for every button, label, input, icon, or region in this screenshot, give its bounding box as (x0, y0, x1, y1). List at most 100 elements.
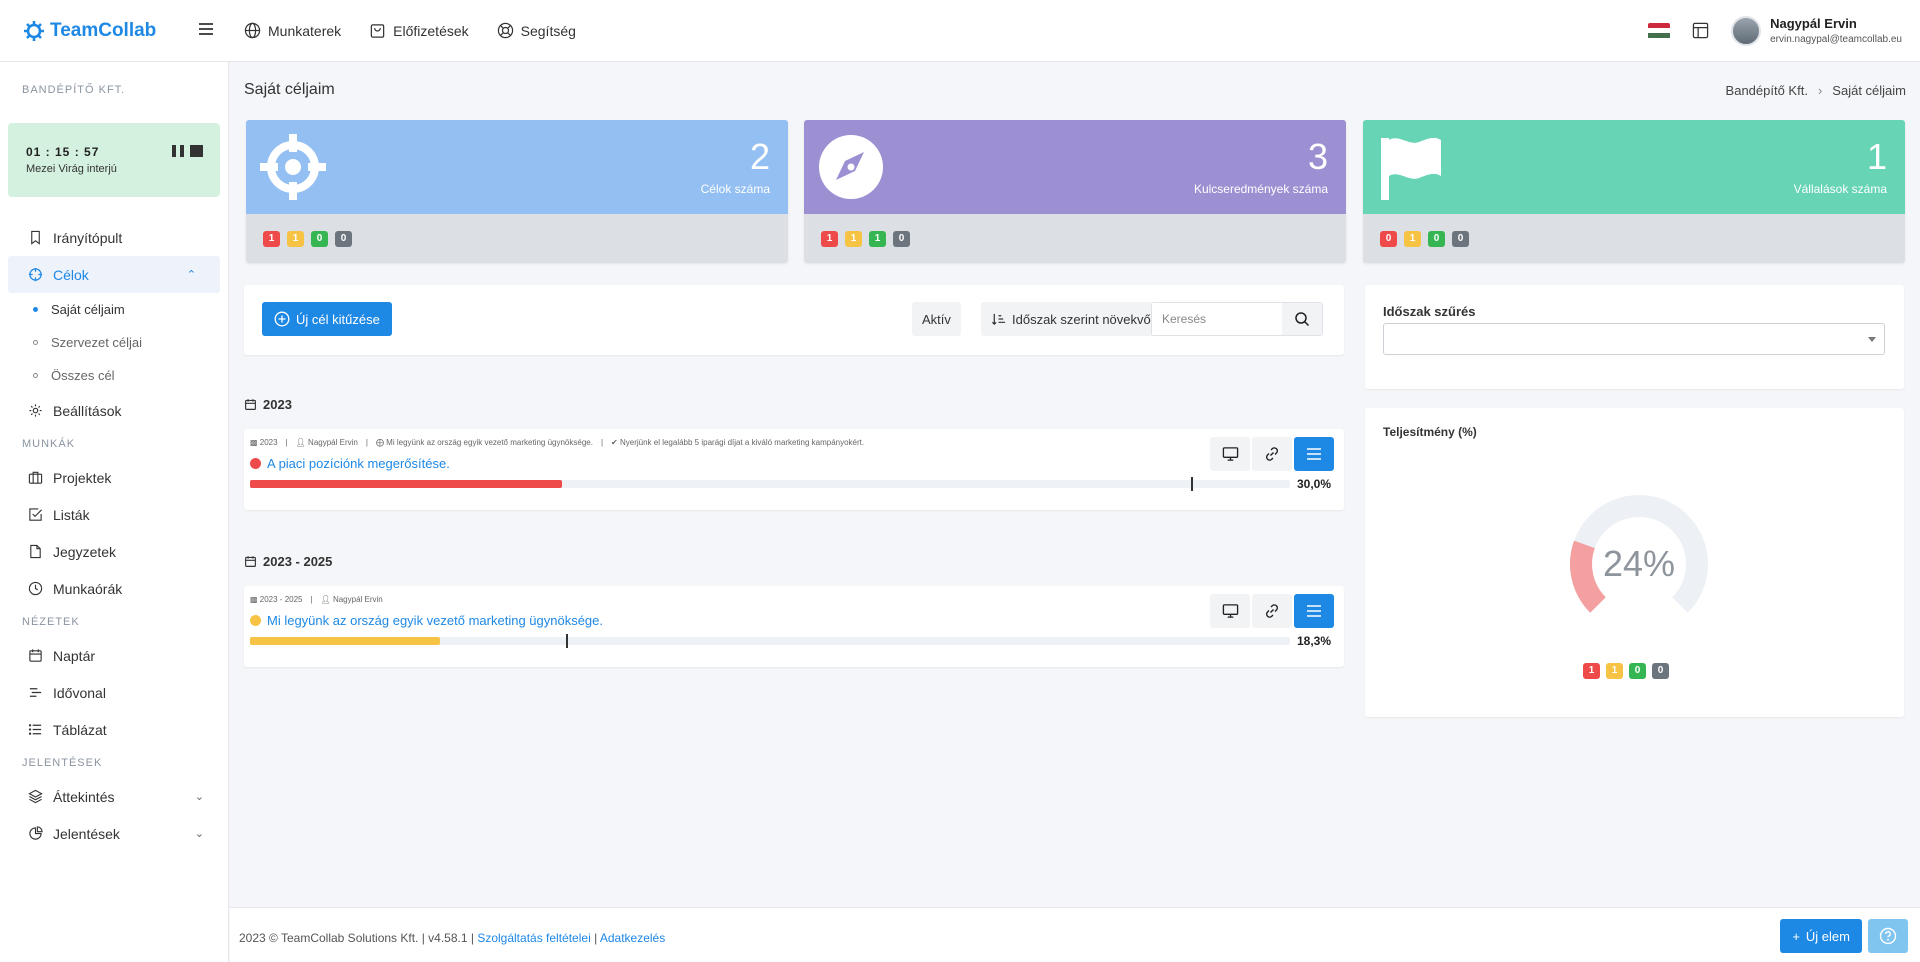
app-name: TeamCollab (50, 19, 157, 41)
sidebar-item-table[interactable]: Táblázat (0, 711, 228, 748)
bullet-icon (33, 340, 38, 345)
sort-button[interactable]: Időszak szerint növekvő (981, 302, 1161, 336)
search-box (1151, 302, 1323, 336)
goal-parent: ⨁ Mi legyünk az ország egyik vezető mark… (375, 438, 593, 447)
status-badge-red: 1 (1583, 663, 1600, 679)
sidebar-item-settings[interactable]: Beállítások (0, 392, 228, 429)
section-heading: NÉZETEK (22, 616, 80, 628)
stat-label: Vállalások száma (1793, 182, 1887, 196)
sidebar-subitem-org-goals[interactable]: Szervezet céljai (0, 326, 228, 359)
stop-icon[interactable] (190, 145, 203, 157)
top-right: Nagypál Ervin ervin.nagypal@teamcollab.e… (1648, 15, 1920, 46)
sidebar-item-notes[interactable]: Jegyzetek (0, 533, 228, 570)
sidebar-item-label: Idővonal (53, 684, 106, 701)
nav-label: Előfizetések (393, 22, 469, 39)
breadcrumb-item[interactable]: Bandépítő Kft. (1726, 83, 1808, 98)
list-icon (28, 724, 42, 735)
period-filter-select[interactable] (1383, 323, 1885, 355)
nav-workspaces[interactable]: Munkaterek (244, 22, 341, 39)
stat-number: 1 (1866, 136, 1887, 177)
performance-badges: 1 1 0 0 (1583, 663, 1669, 679)
timer-title: Mezei Virág interjú (26, 163, 117, 175)
section-heading: JELENTÉSEK (22, 757, 103, 769)
sidebar-item-label: Célok (53, 266, 89, 283)
sidebar-item-lists[interactable]: Listák (0, 496, 228, 533)
link-button[interactable] (1252, 594, 1292, 628)
calendar-icon (29, 649, 42, 662)
new-goal-button[interactable]: Új cél kitűzése (262, 302, 392, 336)
plus-icon: + (1792, 928, 1800, 944)
timer-controls (172, 145, 203, 157)
sidebar-item-hours[interactable]: Munkaórák (0, 570, 228, 607)
separator: | (285, 438, 288, 447)
details-menu-button[interactable] (1294, 437, 1334, 471)
status-badge-gray: 0 (893, 230, 910, 247)
sidebar-item-goals[interactable]: Célok ⌃ (8, 256, 220, 293)
sidebar: BANDÉPÍTŐ KFT. 01 : 15 : 57 Mezei Virág … (0, 62, 229, 962)
present-button[interactable] (1210, 437, 1250, 471)
button-label: Új elem (1805, 928, 1850, 944)
stat-card-goals: 2 Célok száma 1 1 0 0 (246, 120, 788, 263)
terms-link[interactable]: Szolgáltatás feltételei (477, 931, 590, 945)
sidebar-item-label: Irányítópult (53, 229, 123, 246)
sidebar-item-label: Jegyzetek (53, 543, 117, 560)
goal-title[interactable]: Mi legyünk az ország egyik vezető market… (250, 613, 603, 628)
sidebar-item-dashboard[interactable]: Irányítópult (0, 219, 228, 256)
avatar (1731, 15, 1762, 46)
sidebar-subitem-all-goals[interactable]: Összes cél (0, 359, 228, 392)
page-title: Saját céljaim (244, 81, 335, 98)
goal-title[interactable]: A piaci pozíciónk megerősítése. (250, 456, 450, 471)
present-button[interactable] (1210, 594, 1250, 628)
help-button[interactable] (1868, 919, 1908, 953)
privacy-link[interactable]: Adatkezelés (600, 931, 665, 945)
sidebar-item-timeline[interactable]: Idővonal (0, 674, 228, 711)
bookmark-icon (31, 230, 40, 245)
breadcrumb: Bandépítő Kft. › Saját céljaim (1726, 83, 1906, 98)
calendar-icon (245, 556, 256, 567)
plus-circle-icon (274, 311, 290, 327)
search-input[interactable] (1152, 303, 1282, 335)
status-badge-green: 1 (869, 230, 886, 247)
search-button[interactable] (1282, 303, 1322, 335)
nav-help[interactable]: Segítség (497, 22, 576, 39)
status-badge-yellow: 1 (1606, 663, 1623, 679)
sidebar-item-projects[interactable]: Projektek (0, 459, 228, 496)
goal-card[interactable]: ▩ 2023 | 👤︎ Nagypál Ervin | ⨁ Mi legyünk… (244, 429, 1344, 510)
filter-label: Időszak szűrés (1383, 304, 1476, 319)
menu-icon (1307, 448, 1321, 460)
bullet-icon (33, 307, 38, 312)
goal-key-result: ✔ Nyerjünk el legalább 5 iparági díjat a… (611, 438, 865, 447)
breadcrumb-item: Saját céljaim (1832, 83, 1906, 98)
status-badge-gray: 0 (1452, 230, 1469, 247)
user-menu[interactable]: Nagypál Ervin ervin.nagypal@teamcollab.e… (1731, 15, 1902, 46)
separator: | (590, 931, 600, 945)
language-flag-icon[interactable] (1648, 22, 1671, 39)
progress-bar (250, 634, 1290, 648)
monitor-icon (1222, 447, 1238, 461)
sidebar-subitem-my-goals[interactable]: Saját céljaim (0, 293, 228, 326)
layout-icon[interactable] (1692, 22, 1709, 39)
performance-title: Teljesítmény (%) (1383, 425, 1477, 439)
timer-card[interactable]: 01 : 15 : 57 Mezei Virág interjú (8, 123, 220, 197)
button-label: Aktív (922, 311, 951, 327)
chevron-right-icon: › (1817, 83, 1823, 98)
goal-card[interactable]: ▩ 2023 - 2025 | 👤︎ Nagypál Ervin Mi legy… (244, 586, 1344, 667)
sidebar-item-label: Áttekintés (53, 788, 115, 805)
details-menu-button[interactable] (1294, 594, 1334, 628)
logo[interactable]: TeamCollab (0, 19, 190, 43)
status-dot-icon (250, 458, 261, 469)
new-item-button[interactable]: + Új elem (1780, 919, 1862, 953)
active-filter-button[interactable]: Aktív (912, 302, 961, 336)
button-label: Új cél kitűzése (296, 311, 380, 327)
copyright: 2023 © TeamCollab Solutions Kft. | v4.58… (239, 931, 478, 945)
sidebar-item-calendar[interactable]: Naptár (0, 637, 228, 674)
pause-icon[interactable] (172, 145, 184, 157)
sidebar-item-reports[interactable]: Jelentések ⌄ (0, 815, 228, 852)
sidebar-item-overview[interactable]: Áttekintés ⌄ (0, 778, 228, 815)
expected-progress-marker (566, 634, 569, 648)
menu-toggle-icon[interactable] (198, 19, 228, 42)
link-button[interactable] (1252, 437, 1292, 471)
nav-subscriptions[interactable]: Előfizetések (369, 22, 469, 39)
goal-title-text: Mi legyünk az ország egyik vezető market… (267, 613, 604, 628)
status-badge-green: 0 (311, 230, 328, 247)
